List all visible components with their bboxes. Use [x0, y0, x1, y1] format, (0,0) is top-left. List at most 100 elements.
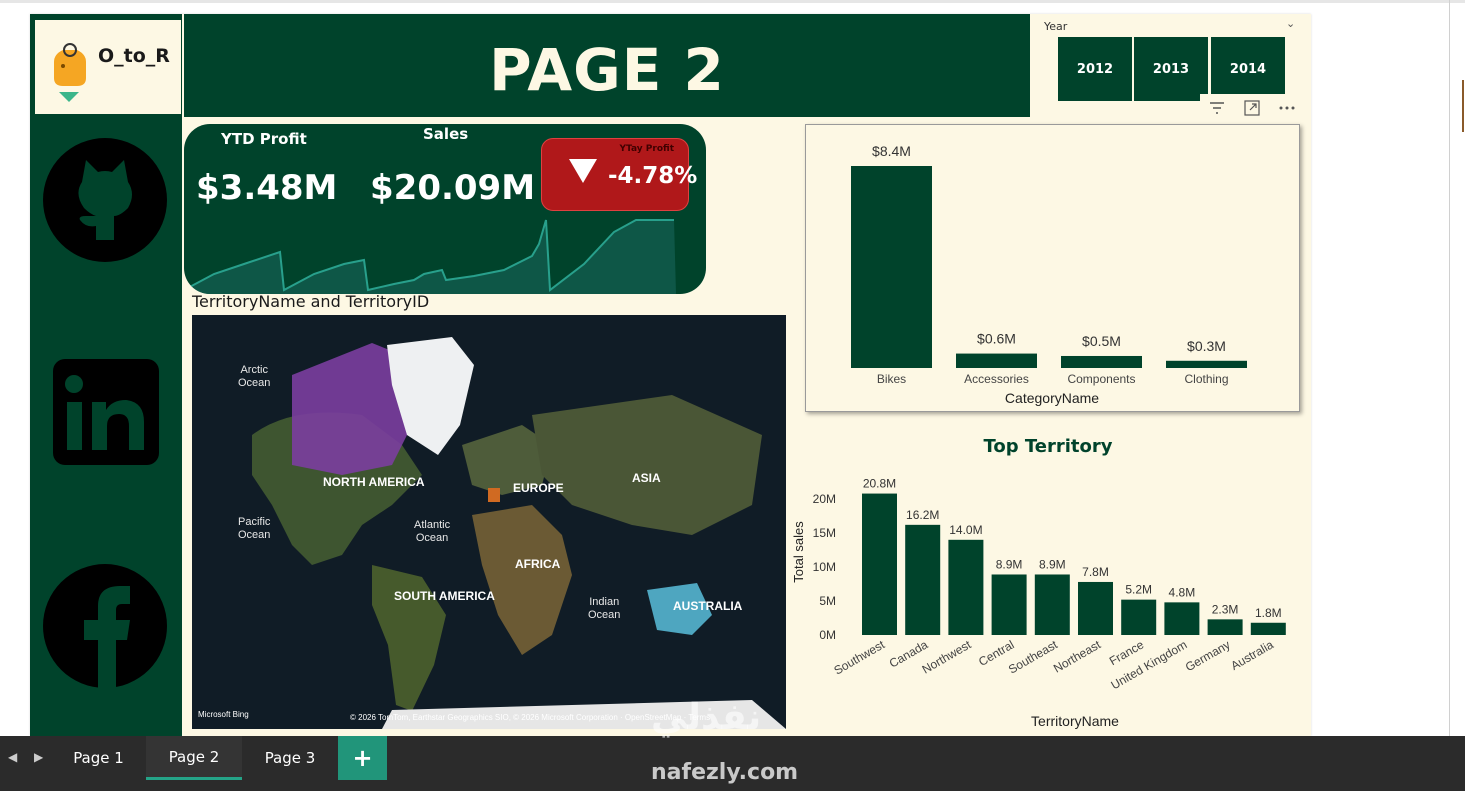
- territory-bar: [1034, 574, 1070, 635]
- territory-tick-label: Northwest: [920, 637, 974, 676]
- yoy-profit-value: -4.78%: [608, 163, 698, 189]
- yoy-profit-label: YTay Profit: [619, 144, 674, 154]
- territory-chart-title: Top Territory: [983, 436, 1113, 457]
- territory-bar: [991, 574, 1027, 635]
- territory-bar: [1207, 619, 1243, 635]
- map-label-arctic: Arctic Ocean: [238, 364, 271, 389]
- watermark-url: nafezly.com: [651, 760, 799, 785]
- tab-page-3[interactable]: Page 3: [243, 736, 337, 780]
- category-bar: [956, 353, 1037, 368]
- territory-bar-chart[interactable]: 0M5M10M15M20M20.8MSouthwest16.2MCanada14…: [790, 460, 1310, 735]
- territory-y-axis-label: Total sales: [791, 521, 806, 583]
- logo-icon: [54, 43, 86, 102]
- watermark-arabic: نفذلي: [651, 697, 762, 738]
- prev-page-icon[interactable]: ◀: [8, 750, 17, 764]
- linkedin-icon[interactable]: [53, 359, 159, 465]
- facebook-icon[interactable]: [43, 564, 167, 688]
- logo-box: [35, 20, 181, 114]
- world-map: [192, 315, 786, 729]
- territory-tick-label: Southeast: [1006, 637, 1060, 676]
- chevron-down-icon[interactable]: ⌄: [1286, 17, 1295, 30]
- territory-tick-label: Northeast: [1051, 637, 1104, 675]
- territory-y-tick-label: 5M: [819, 594, 836, 608]
- window-top-border: [0, 0, 1465, 3]
- map-title: TerritoryName and TerritoryID: [192, 292, 430, 311]
- down-triangle-icon: [569, 159, 597, 183]
- territory-data-label: 14.0M: [949, 523, 982, 537]
- territory-data-label: 2.3M: [1212, 602, 1239, 616]
- category-tick-label: Accessories: [964, 372, 1029, 386]
- territory-tick-label: United Kingdom: [1108, 637, 1189, 692]
- ytd-profit-label: YTD Profit: [221, 130, 307, 148]
- territory-bar: [1078, 581, 1113, 635]
- focus-mode-icon[interactable]: [1244, 100, 1260, 116]
- territory-tick-label: Australia: [1228, 637, 1276, 673]
- territory-y-tick-label: 10M: [813, 560, 836, 574]
- tab-page-2[interactable]: Page 2: [146, 736, 242, 780]
- category-bar: [1166, 360, 1247, 368]
- map-label-north-america: NORTH AMERICA: [323, 475, 425, 489]
- category-bar: [1061, 355, 1142, 368]
- territory-bar: [862, 493, 897, 635]
- visual-toolbar: [1200, 94, 1304, 122]
- category-bar-chart[interactable]: $8.4M Bikes $0.6M Accessories $0.5M Component…: [805, 124, 1300, 412]
- year-button-2014[interactable]: 2014: [1211, 37, 1285, 101]
- category-data-label: $0.5M: [1082, 333, 1121, 349]
- territory-bar: [1164, 602, 1200, 635]
- france-highlight: [488, 488, 500, 502]
- territory-y-tick-label: 20M: [813, 492, 836, 506]
- pane-divider: [1449, 0, 1450, 736]
- tab-page-1[interactable]: Page 1: [52, 736, 145, 780]
- next-page-icon[interactable]: ▶: [34, 750, 43, 764]
- map-label-pacific: Pacific Ocean: [238, 516, 271, 541]
- sales-label: Sales: [423, 125, 469, 143]
- logo-text: O_to_R: [98, 45, 170, 67]
- slicer-label: Year: [1044, 20, 1068, 33]
- map-label-south-america: SOUTH AMERICA: [394, 589, 495, 603]
- territory-data-label: 16.2M: [906, 508, 939, 522]
- territory-data-label: 4.8M: [1169, 585, 1196, 599]
- territory-data-label: 1.8M: [1255, 606, 1282, 620]
- pane-edge-marker: [1462, 80, 1464, 132]
- map-label-indian: Indian Ocean: [588, 596, 621, 621]
- category-tick-label: Components: [1067, 372, 1135, 386]
- territory-data-label: 8.9M: [996, 557, 1023, 571]
- map-label-australia: AUSTRALIA: [673, 599, 743, 613]
- map-label-atlantic: Atlantic Ocean: [414, 519, 451, 544]
- social-icons: [43, 138, 167, 688]
- territory-x-axis-label: TerritoryName: [1031, 713, 1119, 729]
- filter-icon[interactable]: [1209, 101, 1225, 115]
- sales-value: $20.09M: [370, 168, 536, 208]
- yoy-profit-card: YTay Profit -4.78%: [541, 138, 697, 211]
- add-page-button[interactable]: +: [338, 736, 387, 780]
- territory-data-label: 7.8M: [1082, 565, 1109, 579]
- map-label-asia: ASIA: [632, 471, 661, 485]
- territory-data-label: 20.8M: [863, 477, 896, 491]
- ytd-profit-value: $3.48M: [196, 168, 338, 208]
- category-tick-label: Bikes: [877, 372, 906, 386]
- bing-logo: Microsoft Bing: [198, 710, 249, 719]
- territory-bar: [905, 524, 941, 635]
- category-data-label: $0.3M: [1187, 338, 1226, 354]
- territory-map[interactable]: [192, 315, 786, 729]
- territory-bar: [1121, 599, 1157, 635]
- github-icon[interactable]: [43, 138, 167, 262]
- more-options-icon[interactable]: [1279, 105, 1295, 111]
- category-bar: [851, 166, 932, 368]
- year-button-2013[interactable]: 2013: [1134, 37, 1208, 101]
- territory-data-label: 8.9M: [1039, 557, 1066, 571]
- territory-bar: [1250, 622, 1286, 635]
- map-label-europe: EUROPE: [513, 481, 564, 495]
- territory-bar: [948, 539, 984, 635]
- category-x-axis-label: CategoryName: [1005, 390, 1099, 406]
- category-tick-label: Clothing: [1184, 372, 1228, 386]
- territory-data-label: 5.2M: [1125, 583, 1152, 597]
- territory-y-tick-label: 0M: [819, 628, 836, 642]
- territory-tick-label: Germany: [1183, 637, 1233, 674]
- territory-tick-label: Southwest: [831, 637, 887, 677]
- category-data-label: $0.6M: [977, 331, 1016, 347]
- year-button-2012[interactable]: 2012: [1058, 37, 1132, 101]
- category-data-label: $8.4M: [872, 143, 911, 159]
- territory-y-tick-label: 15M: [813, 526, 836, 540]
- page-title: PAGE 2: [489, 36, 725, 104]
